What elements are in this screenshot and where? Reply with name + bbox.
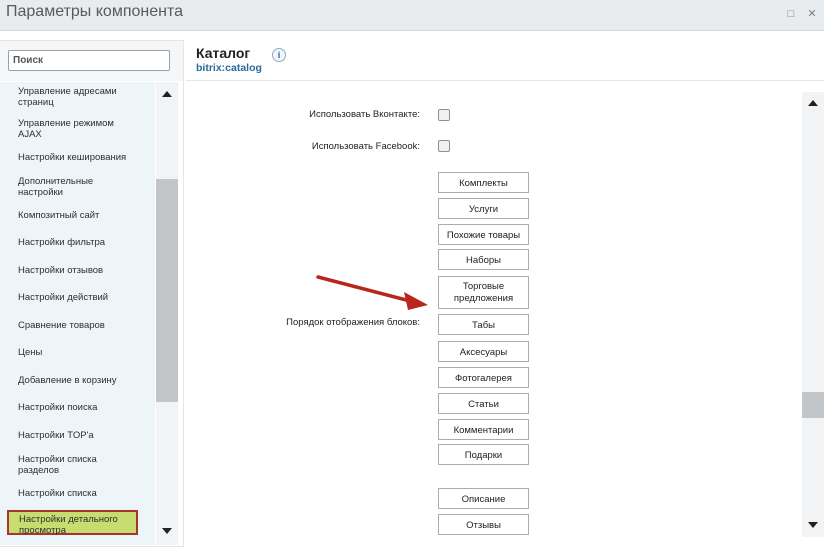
main-scroll-thumb[interactable] [802, 392, 824, 418]
arrow-shaft [316, 275, 416, 304]
arrow-head [404, 292, 428, 310]
main-scroll-down-icon[interactable] [808, 522, 818, 528]
annotation-arrow [316, 275, 428, 310]
main-scroll-up-icon[interactable] [808, 100, 818, 106]
main-scrollbar[interactable] [802, 92, 824, 537]
